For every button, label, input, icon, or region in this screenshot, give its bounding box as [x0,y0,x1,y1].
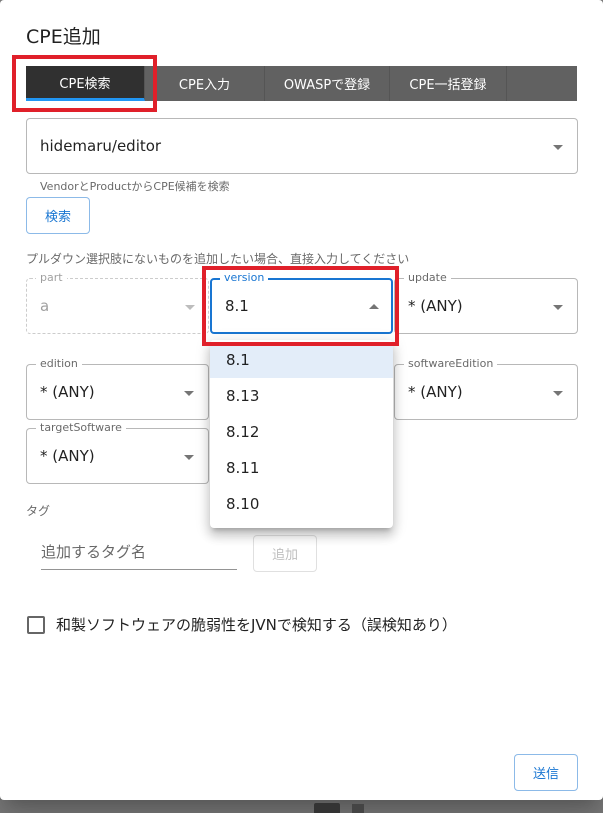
update-label: update [404,271,451,285]
chevron-down-icon[interactable] [184,455,194,460]
version-select[interactable]: version 8.1 [210,271,393,334]
version-option[interactable]: 8.1 [210,342,393,378]
background-element [314,803,340,813]
part-select: part a [26,271,209,334]
version-dropdown-menu: 8.1 8.13 8.12 8.11 8.10 [210,340,393,528]
search-value: hidemaru/editor [40,137,162,155]
tab-cpe-search[interactable]: CPE検索 [26,66,145,101]
jvn-checkbox[interactable] [27,616,45,634]
tag-input[interactable] [41,538,237,566]
jvn-checkbox-label[interactable]: 和製ソフトウェアの脆弱性をJVNで検知する（誤検知あり） [56,614,457,635]
tag-input-wrapper [41,538,237,570]
version-option[interactable]: 8.13 [210,378,393,414]
add-tag-button: 追加 [253,535,317,572]
tab-bar: CPE検索 CPE入力 OWASPで登録 CPE一括登録 [26,66,577,101]
tab-cpe-input[interactable]: CPE入力 [145,66,265,101]
chevron-down-icon[interactable] [553,145,563,150]
edition-value: * (ANY) [40,383,95,401]
version-label: version [220,271,269,285]
search-button[interactable]: 検索 [26,197,90,234]
software-edition-value: * (ANY) [408,383,463,401]
version-option[interactable]: 8.11 [210,450,393,486]
chevron-down-icon[interactable] [553,305,563,310]
search-select[interactable]: hidemaru/editor [26,118,578,174]
target-software-select[interactable]: targetSoftware * (ANY) [26,421,209,484]
chevron-down-icon[interactable] [184,391,194,396]
update-value: * (ANY) [408,297,463,315]
submit-button[interactable]: 送信 [514,754,578,791]
search-hint: VendorとProductからCPE候補を検索 [40,180,230,193]
update-select[interactable]: update * (ANY) [394,271,578,334]
edition-label: edition [36,357,82,371]
dialog-title: CPE追加 [26,26,101,48]
chevron-down-icon[interactable] [553,391,563,396]
target-software-label: targetSoftware [36,421,126,435]
background-element [352,804,364,813]
tab-cpe-bulk-register[interactable]: CPE一括登録 [390,66,507,101]
chevron-up-icon[interactable] [369,304,379,309]
chevron-down-icon [185,305,195,310]
version-option[interactable]: 8.10 [210,486,393,522]
cpe-add-dialog: CPE追加 CPE検索 CPE入力 OWASPで登録 CPE一括登録 hidem… [0,0,603,800]
software-edition-label: softwareEdition [404,357,498,371]
part-label: part [36,271,67,285]
edition-select[interactable]: edition * (ANY) [26,357,209,420]
tab-owasp-register[interactable]: OWASPで登録 [265,66,390,101]
version-value[interactable]: 8.1 [225,297,249,315]
version-option[interactable]: 8.12 [210,414,393,450]
software-edition-select[interactable]: softwareEdition * (ANY) [394,357,578,420]
target-software-value: * (ANY) [40,447,95,465]
direct-input-note: プルダウン選択肢にないものを追加したい場合、直接入力してください [26,252,410,266]
part-value: a [40,297,50,315]
tag-label: タグ [26,504,51,518]
